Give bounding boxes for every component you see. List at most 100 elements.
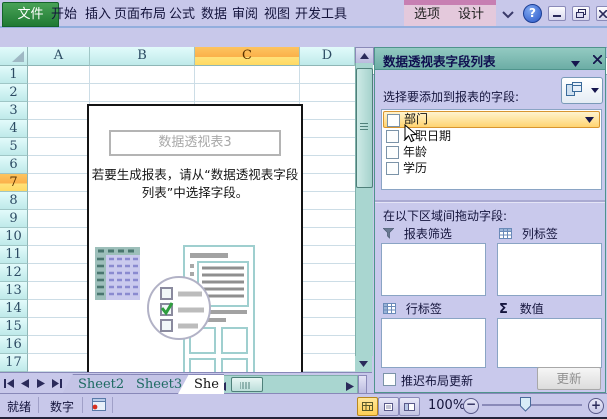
row-header[interactable]: 12 bbox=[0, 264, 28, 282]
zoom-in-button[interactable]: + bbox=[588, 398, 604, 414]
sigma-icon: Σ bbox=[499, 302, 508, 317]
column-header-d[interactable]: D bbox=[300, 47, 355, 66]
row-grid-icon bbox=[383, 303, 396, 314]
pivottable-field-list-pane: 数据透视表字段列表 选择要添加到报表的字段: 部门 入职日期 年龄 学历 在以下… bbox=[374, 47, 606, 393]
column-header-a[interactable]: A bbox=[28, 47, 90, 66]
values-header: Σ 数值 bbox=[499, 302, 544, 317]
macro-record-icon[interactable] bbox=[90, 398, 106, 414]
field-list-views-button[interactable] bbox=[561, 77, 603, 104]
vscroll-down-button[interactable] bbox=[355, 356, 372, 372]
row-header[interactable]: 10 bbox=[0, 228, 28, 246]
view-normal-button[interactable] bbox=[357, 397, 378, 416]
field-checkbox[interactable] bbox=[386, 146, 399, 159]
pivot-table-placeholder[interactable]: 数据透视表3 若要生成报表，请从“数据透视表字段 列表”中选择字段。 bbox=[87, 104, 303, 376]
pivot-instruction-line1: 若要生成报表，请从“数据透视表字段 bbox=[91, 167, 299, 182]
defer-layout-checkbox[interactable] bbox=[383, 373, 396, 386]
row-header[interactable]: 14 bbox=[0, 300, 28, 318]
restore-button[interactable] bbox=[572, 6, 590, 21]
column-header-b[interactable]: B bbox=[90, 47, 195, 66]
choose-fields-label: 选择要添加到报表的字段: bbox=[383, 90, 520, 104]
pane-section-divider bbox=[375, 200, 605, 203]
tab-data[interactable]: 数据 bbox=[198, 5, 230, 25]
filter-funnel-icon bbox=[382, 227, 395, 239]
prev-sheet-button[interactable] bbox=[18, 376, 31, 390]
column-grid-icon bbox=[499, 228, 512, 239]
field-checkbox[interactable] bbox=[387, 114, 400, 127]
tab-review[interactable]: 审阅 bbox=[229, 5, 261, 25]
formula-bar: fx bbox=[0, 28, 607, 75]
first-sheet-button[interactable] bbox=[2, 376, 15, 390]
values-dropzone[interactable] bbox=[497, 318, 602, 368]
pane-close-icon[interactable] bbox=[592, 53, 603, 67]
tab-view[interactable]: 视图 bbox=[261, 5, 293, 25]
row-header[interactable]: 5 bbox=[0, 138, 28, 156]
row-labels-header: 行标签 bbox=[383, 300, 442, 316]
field-checkbox[interactable] bbox=[386, 162, 399, 175]
report-filter-dropzone[interactable] bbox=[381, 243, 486, 296]
field-item-xueli[interactable]: 学历 bbox=[383, 160, 598, 176]
row-header[interactable]: 3 bbox=[0, 102, 28, 120]
status-ready-label: 就绪 bbox=[7, 400, 32, 414]
row-header[interactable]: 15 bbox=[0, 318, 28, 336]
next-sheet-button[interactable] bbox=[34, 376, 47, 390]
help-icon[interactable]: ? bbox=[523, 4, 542, 23]
row-header[interactable]: 1 bbox=[0, 66, 28, 84]
tab-page-layout[interactable]: 页面布局 bbox=[112, 5, 168, 25]
zoom-slider-track[interactable] bbox=[482, 404, 582, 406]
field-label: 学历 bbox=[403, 161, 428, 175]
view-page-break-button[interactable] bbox=[399, 397, 420, 416]
row-header-7-selected[interactable]: 7 bbox=[0, 174, 28, 192]
hscroll-right-button[interactable] bbox=[346, 380, 354, 394]
row-labels-dropzone[interactable] bbox=[381, 318, 486, 368]
defer-layout-label: 推迟布局更新 bbox=[401, 374, 474, 388]
field-item-nianling[interactable]: 年龄 bbox=[383, 144, 598, 160]
drag-areas-label: 在以下区域间拖动字段: bbox=[383, 209, 508, 223]
hscroll-thumb[interactable] bbox=[231, 377, 263, 392]
view-page-layout-button[interactable] bbox=[378, 397, 399, 416]
ribbon-tab-bar: 文件 开始 插入 页面布局 公式 数据 审阅 视图 开发工具 选项 设计 ? bbox=[0, 0, 607, 28]
row-header[interactable]: 16 bbox=[0, 336, 28, 354]
select-all-corner[interactable] bbox=[0, 47, 28, 66]
row-header[interactable]: 2 bbox=[0, 84, 28, 102]
tab-formulas[interactable]: 公式 bbox=[166, 5, 198, 25]
tab-split-handle[interactable] bbox=[358, 375, 367, 394]
ribbon-collapse-icon[interactable] bbox=[502, 8, 514, 22]
report-filter-header: 报表筛选 bbox=[382, 225, 452, 241]
row-header[interactable]: 11 bbox=[0, 246, 28, 264]
row-header[interactable]: 8 bbox=[0, 192, 28, 210]
field-checkbox[interactable] bbox=[386, 130, 399, 143]
field-filter-dropdown-icon[interactable] bbox=[585, 117, 594, 123]
tab-developer[interactable]: 开发工具 bbox=[293, 5, 349, 25]
hscroll-track[interactable] bbox=[214, 375, 358, 394]
column-labels-header: 列标签 bbox=[499, 225, 558, 241]
pivot-instruction-line2: 列表”中选择字段。 bbox=[141, 185, 249, 200]
pane-options-dropdown-icon[interactable] bbox=[571, 56, 580, 70]
tab-home[interactable]: 开始 bbox=[46, 5, 82, 25]
excel-window: 文件 开始 插入 页面布局 公式 数据 审阅 视图 开发工具 选项 设计 ? f… bbox=[0, 0, 607, 419]
row-header[interactable]: 17 bbox=[0, 354, 28, 372]
row-header[interactable]: 4 bbox=[0, 120, 28, 138]
zoom-out-button[interactable]: − bbox=[463, 398, 479, 414]
tab-pivottable-options[interactable]: 选项 bbox=[408, 5, 446, 25]
zoom-level-label[interactable]: 100% bbox=[428, 398, 465, 413]
sheet-tab-sheet2[interactable]: Sheet2 bbox=[62, 374, 133, 394]
sheet-tab-sheet3[interactable]: Sheet3 bbox=[120, 374, 191, 394]
sheet-tab-bar: Sheet2 Sheet3 She bbox=[0, 372, 372, 394]
column-labels-dropzone[interactable] bbox=[497, 243, 602, 296]
update-button[interactable]: 更新 bbox=[537, 367, 601, 390]
pane-header[interactable]: 数据透视表字段列表 bbox=[375, 48, 605, 70]
vscroll-thumb[interactable] bbox=[356, 68, 373, 188]
mouse-cursor bbox=[404, 124, 417, 143]
close-button[interactable] bbox=[596, 6, 607, 21]
tab-pivottable-design[interactable]: 设计 bbox=[452, 5, 490, 25]
minimize-button[interactable] bbox=[548, 6, 566, 21]
row-header[interactable]: 9 bbox=[0, 210, 28, 228]
field-list-box: 部门 入职日期 年龄 学历 bbox=[381, 109, 602, 190]
row-header[interactable]: 6 bbox=[0, 156, 28, 174]
last-sheet-button[interactable] bbox=[50, 376, 63, 390]
column-header-c-selected[interactable]: C bbox=[195, 47, 300, 66]
zoom-slider-thumb[interactable] bbox=[520, 397, 531, 415]
tab-insert[interactable]: 插入 bbox=[82, 5, 114, 25]
field-label: 年龄 bbox=[403, 145, 428, 159]
row-header[interactable]: 13 bbox=[0, 282, 28, 300]
